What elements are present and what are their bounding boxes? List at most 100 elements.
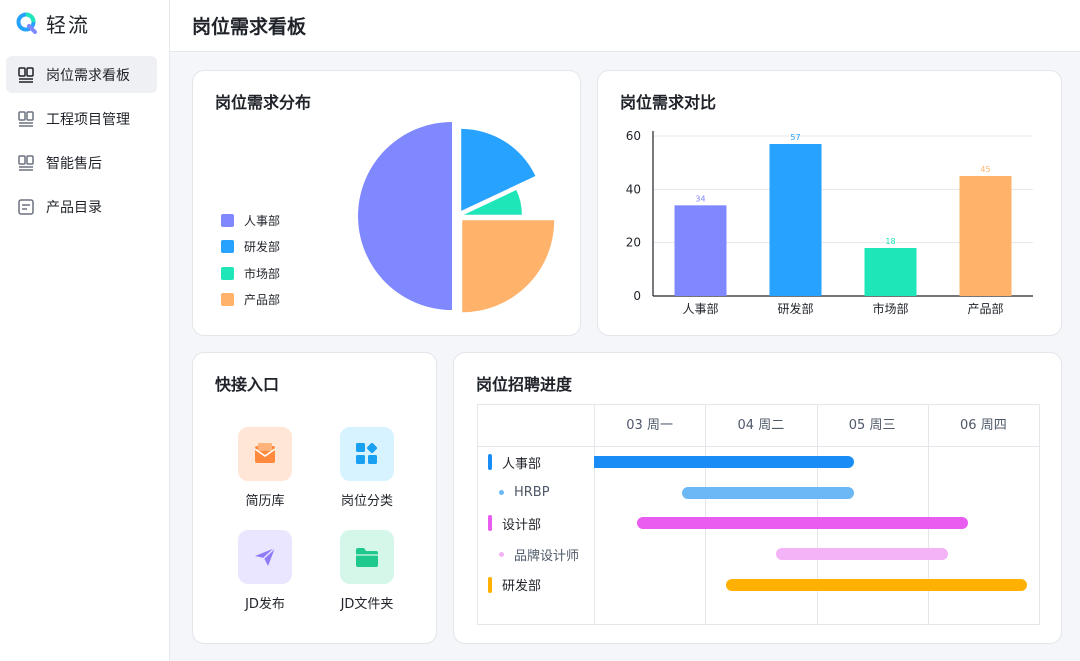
card-title: 岗位需求分布	[215, 93, 312, 112]
gantt-row-label: HRBP	[514, 485, 550, 501]
pie-slice-产品部[interactable]	[462, 220, 555, 313]
distribution-card: 岗位需求分布 人事部 研发部 市场部 产品部	[192, 70, 581, 336]
sidebar-item-label: 岗位需求看板	[46, 67, 130, 84]
sub-item-dot	[499, 490, 504, 496]
gantt-column-header: 03 周一	[626, 418, 673, 433]
sidebar-item-label: 工程项目管理	[46, 111, 130, 128]
bar-value-label: 34	[695, 194, 705, 203]
bar-value-label: 45	[980, 165, 990, 174]
gantt-bar[interactable]	[726, 578, 1027, 591]
recruitment-progress-card: 岗位招聘进度 03 周一 04 周二 05 周三 06 周四 人事部 HRBP 设计部品牌…	[453, 352, 1062, 644]
y-tick-label: 60	[626, 129, 641, 143]
card-title: 岗位招聘进度	[476, 375, 573, 394]
gantt-bar[interactable]	[681, 486, 855, 499]
group-marker	[488, 515, 492, 532]
app-name: 轻流	[46, 12, 90, 37]
gantt-row-HRBP[interactable]: HRBP	[499, 483, 550, 503]
y-tick-label: 0	[633, 289, 641, 303]
x-tick-label: 人事部	[682, 301, 718, 316]
gantt-column-header: 06 周四	[960, 418, 1007, 433]
pie-chart	[358, 122, 555, 313]
quick-item-label: JD发布	[245, 597, 285, 612]
quick-entry-card: 快接入口 简历库 岗位分类 JD发布 JD文件夹	[192, 352, 437, 644]
y-tick-label: 40	[626, 182, 641, 196]
gantt-grid-line	[594, 405, 595, 624]
sidebar-item-label: 产品目录	[46, 199, 102, 216]
gantt-bar[interactable]	[637, 517, 968, 530]
q-logo-icon	[16, 12, 38, 34]
legend-item[interactable]: 产品部	[221, 287, 280, 314]
x-tick-label: 市场部	[872, 301, 908, 316]
legend-swatch	[221, 213, 234, 227]
x-tick-label: 研发部	[777, 301, 813, 316]
legend-label: 人事部	[244, 213, 281, 228]
quick-item-jd-publish[interactable]: JD发布	[220, 530, 310, 612]
gantt-grid-line	[816, 405, 818, 624]
list-icon	[16, 197, 36, 217]
bar-市场部[interactable]	[864, 248, 917, 296]
dashboard-icon	[16, 109, 36, 129]
gantt-grid-line	[705, 405, 707, 624]
legend-swatch	[221, 266, 234, 280]
top-bar: 岗位需求看板	[170, 0, 1080, 52]
page-title: 岗位需求看板	[192, 16, 307, 38]
card-title: 岗位需求对比	[620, 93, 717, 112]
gantt-column-header: 05 周三	[848, 418, 896, 433]
quick-item-label: JD文件夹	[340, 597, 394, 612]
bar-产品部[interactable]	[959, 176, 1012, 296]
gantt-row-设计部[interactable]: 设计部	[488, 513, 541, 533]
gantt-chart: 03 周一 04 周二 05 周三 06 周四 人事部 HRBP 设计部品牌设计师研发部	[477, 404, 1040, 625]
gantt-row-品牌设计师[interactable]: 品牌设计师	[499, 544, 579, 564]
legend-label: 市场部	[244, 266, 281, 281]
legend-swatch	[221, 293, 234, 307]
bar-人事部[interactable]	[674, 205, 727, 296]
sidebar-nav: 岗位需求看板 工程项目管理 智能售后 产品目录	[6, 56, 157, 232]
gantt-bar[interactable]	[594, 456, 855, 468]
gantt-row-label: 人事部	[502, 456, 542, 472]
gantt-row-label: 品牌设计师	[514, 548, 580, 564]
gantt-header: 03 周一 04 周二 05 周三 06 周四	[478, 405, 1039, 447]
bar-chart: 0 20 40 60 34 人事部 57 研发部 18 市场部 45 产品部	[626, 129, 1033, 316]
gantt-row-人事部[interactable]: 人事部	[488, 452, 541, 472]
pie-legend: 人事部 研发部 市场部 产品部	[221, 207, 280, 313]
sub-item-dot	[499, 551, 504, 557]
group-marker	[488, 576, 492, 593]
legend-item[interactable]: 人事部	[221, 207, 280, 234]
dashboard-icon	[16, 65, 36, 85]
gantt-row-研发部[interactable]: 研发部	[488, 575, 541, 595]
folder-icon	[340, 530, 394, 584]
app-logo[interactable]: 轻流	[16, 8, 90, 38]
grid-diamond-icon	[340, 427, 394, 481]
quick-item-resume-library[interactable]: 简历库	[220, 427, 310, 509]
envelope-icon	[238, 427, 292, 481]
gantt-grid-line	[927, 405, 929, 624]
legend-swatch	[221, 240, 234, 254]
quick-item-label: 岗位分类	[340, 494, 393, 509]
legend-item[interactable]: 市场部	[221, 260, 280, 287]
gantt-row-label: 设计部	[502, 517, 542, 533]
sidebar-item-job-demand[interactable]: 岗位需求看板	[6, 56, 157, 93]
bar-研发部[interactable]	[769, 144, 822, 296]
bar-value-label: 57	[790, 133, 800, 142]
sidebar-item-product-catalog[interactable]: 产品目录	[6, 188, 157, 225]
quick-item-job-category[interactable]: 岗位分类	[322, 427, 412, 509]
legend-label: 产品部	[244, 293, 281, 308]
quick-item-jd-folder[interactable]: JD文件夹	[322, 530, 412, 612]
gantt-column-header: 04 周二	[737, 418, 785, 433]
bar-value-label: 18	[885, 237, 895, 246]
paper-plane-icon	[238, 530, 292, 584]
sidebar-item-label: 智能售后	[46, 155, 102, 172]
pie-slice-人事部[interactable]	[358, 122, 452, 310]
comparison-card: 岗位需求对比 0 20 40 60 34 人事部 57 研发部 18 市场部 45 产品部	[597, 70, 1062, 336]
gantt-row-label: 研发部	[502, 579, 542, 595]
group-marker	[488, 454, 492, 470]
dashboard-icon	[16, 153, 36, 173]
card-title: 快接入口	[215, 375, 280, 394]
x-tick-label: 产品部	[967, 301, 1003, 316]
legend-label: 研发部	[244, 240, 281, 255]
gantt-bar[interactable]	[776, 548, 948, 561]
legend-item[interactable]: 研发部	[221, 234, 280, 261]
sidebar-item-after-sales[interactable]: 智能售后	[6, 144, 157, 181]
y-tick-label: 20	[626, 236, 641, 250]
sidebar-item-project-mgmt[interactable]: 工程项目管理	[6, 100, 157, 137]
